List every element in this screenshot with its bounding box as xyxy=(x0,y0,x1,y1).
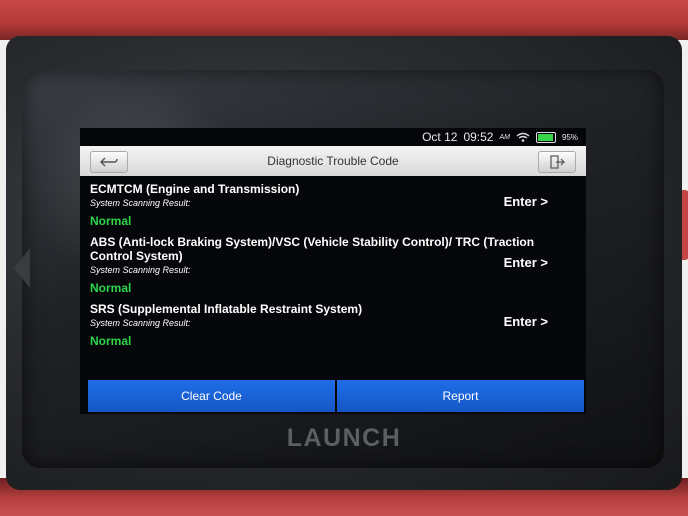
system-item[interactable]: SRS (Supplemental Inflatable Restraint S… xyxy=(90,302,576,348)
battery-icon xyxy=(535,131,556,143)
back-arrow-icon xyxy=(100,157,118,167)
back-button[interactable] xyxy=(90,151,128,173)
status-ampm: AM xyxy=(499,133,510,141)
exit-button[interactable] xyxy=(538,151,576,173)
clear-code-button[interactable]: Clear Code xyxy=(88,380,335,412)
status-date: Oct 12 xyxy=(422,130,458,144)
status-bar: Oct 12 09:52 AM 95% xyxy=(80,128,586,146)
status-time: 09:52 xyxy=(463,130,494,144)
enter-button[interactable]: Enter > xyxy=(504,314,548,329)
battery-percent: 95% xyxy=(561,132,578,142)
bottom-action-bar: Clear Code Report xyxy=(88,380,584,412)
system-list: ECMTCM (Engine and Transmission) System … xyxy=(80,176,586,348)
brand-logo: LAUNCH xyxy=(286,424,402,452)
scan-status: Normal xyxy=(90,334,132,348)
device-case-top xyxy=(0,0,688,40)
title-bar: Diagnostic Trouble Code xyxy=(80,146,586,176)
enter-button[interactable]: Enter > xyxy=(504,255,548,270)
report-button[interactable]: Report xyxy=(337,380,584,412)
scan-status: Normal xyxy=(90,281,132,295)
system-item[interactable]: ABS (Anti-lock Braking System)/VSC (Vehi… xyxy=(90,235,576,295)
enter-button[interactable]: Enter > xyxy=(504,194,548,209)
wifi-icon xyxy=(516,132,530,142)
page-title: Diagnostic Trouble Code xyxy=(267,154,399,168)
exit-icon xyxy=(550,155,565,169)
battery-level-fill xyxy=(537,133,553,141)
scan-status: Normal xyxy=(90,214,132,228)
diagnostic-display: Oct 12 09:52 AM 95% Diagnostic Trouble C… xyxy=(80,128,586,414)
system-item[interactable]: ECMTCM (Engine and Transmission) System … xyxy=(90,182,576,228)
